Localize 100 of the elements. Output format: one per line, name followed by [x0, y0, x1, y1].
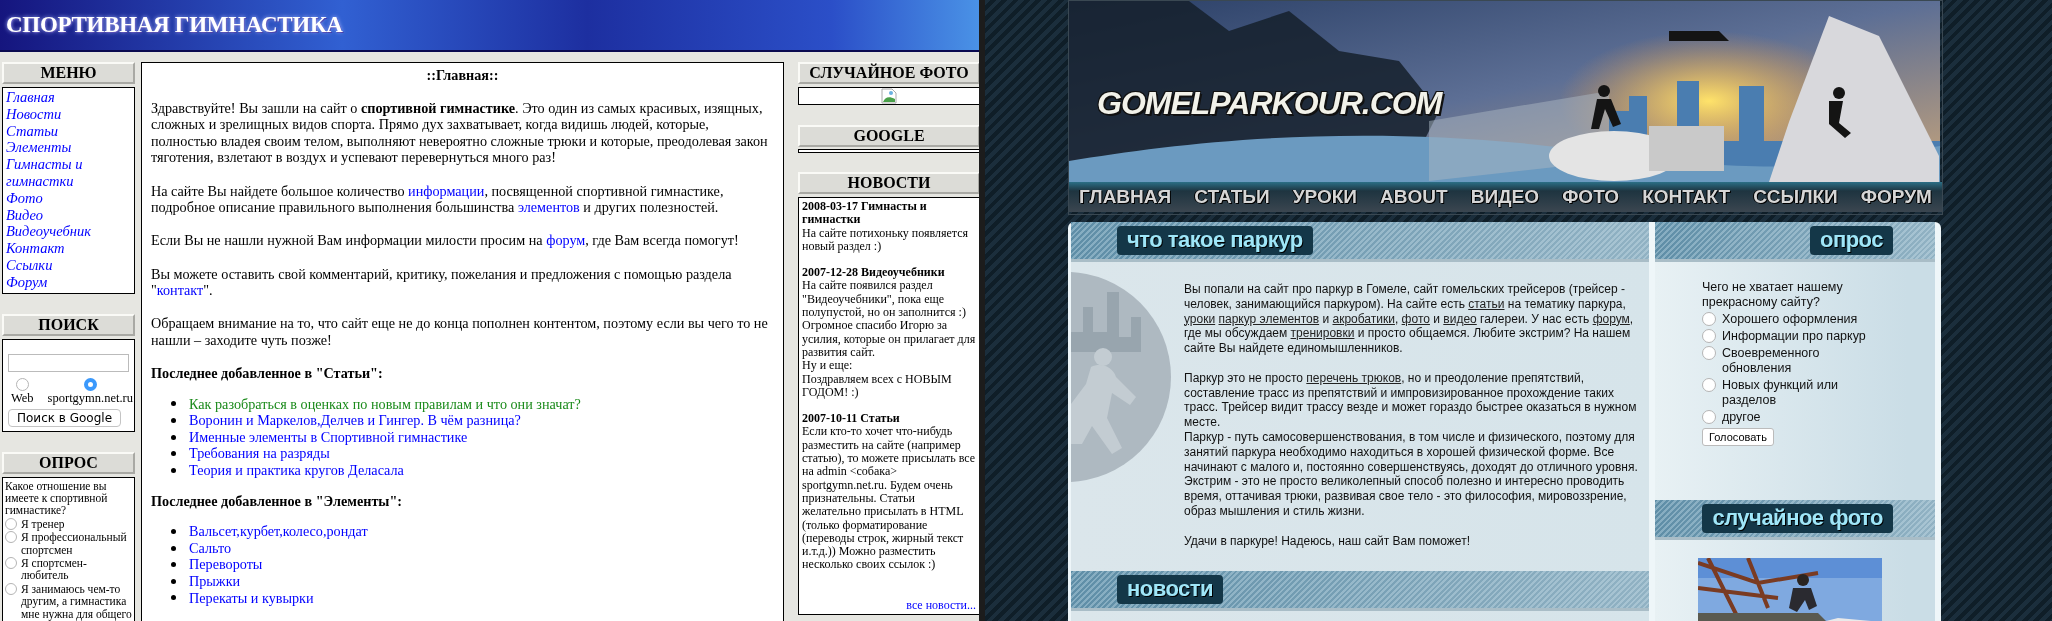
bullet-icon	[171, 529, 176, 535]
link[interactable]: контакт	[156, 282, 204, 299]
radio-button[interactable]	[5, 517, 17, 530]
menu-link[interactable]: Контакт	[3, 240, 134, 257]
site-logo[interactable]: GOMELPARKOUR.COM	[1097, 85, 1442, 121]
article-link[interactable]: Воронин и Маркелов,Делчев и Гингер. В чём разница?	[189, 412, 521, 429]
option-label: sportgymn.net.ru	[47, 390, 134, 406]
link[interactable]: видео	[1443, 311, 1477, 326]
article-link[interactable]: Теория и практика кругов Деласала	[189, 462, 404, 479]
nav-link[interactable]: ГЛАВНАЯ	[1079, 186, 1172, 208]
news-text: На сайте потихоньку появляется новый раздел :)	[802, 226, 970, 254]
article-link[interactable]: Прыжки	[189, 573, 241, 590]
paragraph: На сайте Вы найдете большое количество информации, посвященной спортивной гимнастике, подробное описание правильного выполнения большинства элементов и других полезностей.	[151, 182, 725, 216]
section-header: ОПРОС	[2, 451, 135, 474]
paragraph: Обращаем внимание на то, что сайт еще не до конца пополнен контентом, поэтому если вы чего то не нашли – заходите чуть позже!	[151, 315, 769, 349]
option-label: Я занимаюсь чем-то другим, а гимнастика мне нужна для общего	[21, 582, 132, 621]
nav-link[interactable]: ВИДЕО	[1470, 186, 1540, 208]
section-header: ПОИСК	[2, 313, 135, 336]
option-label: Я спортсмен-любитель	[21, 557, 88, 582]
news-title: 2007-12-28 Видеоучебники	[802, 266, 946, 280]
radio-button[interactable]	[1702, 312, 1716, 326]
option-label: другое	[1722, 410, 1761, 425]
poll-question: Чего не хватает нашему прекрасному сайту?	[1702, 280, 1844, 310]
menu-link[interactable]: Новости	[3, 105, 134, 123]
article-link[interactable]: Перевороты	[189, 556, 263, 574]
section-header: МЕНЮ	[2, 62, 135, 84]
option-label: Хорошего оформления	[1722, 312, 1858, 327]
news-text: Если кто-то хочет что-нибудь разместить на сайте (например статью), то можете присылать все на admin <собака> sportgymn.net.ru. Будем очень признательны. Статьи желательно присылать в HTML (только форматирование (переводы строк, жирный текст и.т.д.)) Можно разместить несколько своих ссылок :)	[802, 425, 976, 572]
radio-button[interactable]	[5, 582, 17, 595]
section-heading: Последнее добавленное в "Статьи":	[151, 365, 384, 382]
news-text: На сайте появился раздел "Видеоучебники", пока еще полупустой, но он заполнится :) Огромное спасибо Игорю за усилия, которые он прилагает для развития сайт. Ну и еще: Поздравляем всех с НОВЫМ ГОДОМ! :)	[802, 279, 976, 400]
paragraph: Вы можете оставить свой комментарий, критику, пожелания и предложения с помощью раздела "контакт".	[151, 265, 733, 299]
link[interactable]: фото	[1401, 311, 1430, 326]
option-label: Web	[11, 390, 34, 406]
article-link[interactable]: Именные элементы в Спортивной гимнастике	[189, 428, 468, 446]
link[interactable]: статьи	[1468, 296, 1505, 311]
radio-button[interactable]	[1702, 378, 1716, 392]
vote-button[interactable]: Голосовать	[1702, 428, 1774, 446]
option-label: Информации про паркур	[1722, 329, 1866, 344]
menu-link[interactable]: Видео	[3, 206, 134, 224]
menu-link[interactable]: Элементы	[3, 139, 134, 157]
poll-question: Какое отношение вы имеете к спортивной гимнастике?	[5, 479, 109, 517]
news-title: 2007-10-11 Статьи	[802, 412, 901, 426]
radio-button[interactable]	[83, 377, 97, 391]
link[interactable]: форум	[1592, 311, 1630, 326]
article-link[interactable]: Сальто	[189, 539, 231, 557]
menu-link[interactable]: Гимнасты и гимнастки	[3, 156, 134, 190]
nav-link[interactable]: КОНТАКТ	[1642, 186, 1731, 208]
radio-button[interactable]	[5, 531, 17, 544]
nav-link[interactable]: ABOUT	[1380, 186, 1448, 208]
paragraph: Здравствуйте! Вы зашли на сайт о спортивной гимнастике. Это один из самых красивых, изящных, сложных и зрелищных видов спорта. Прямо дух захватывает, когда видишь людей, которые, полностью владея своим телом, выполняют невероятно сложные трюки и которые, преодолевая закон тяготения, взлетают в воздух и успевают перевернуться много раз!	[151, 99, 769, 166]
article-link[interactable]: Как разобраться в оценках по новым правилам и что они значат?	[189, 395, 581, 413]
paragraph: Удачи в паркуре! Надеюсь, наш сайт Вам поможет!	[1184, 533, 1471, 549]
search-field[interactable]	[8, 353, 129, 372]
article-link[interactable]: Вальсет,курбет,колесо,рондат	[189, 523, 368, 540]
bullet-icon	[171, 595, 176, 601]
bullet-icon	[171, 401, 176, 407]
nav-link[interactable]: СТАТЬИ	[1194, 186, 1270, 208]
bullet-icon	[171, 545, 176, 551]
menu-link[interactable]: Фото	[3, 189, 134, 207]
radio-button[interactable]	[15, 377, 29, 391]
section-heading: Последнее добавленное в "Элементы":	[151, 492, 404, 510]
article-link[interactable]: Требования на разряды	[189, 445, 330, 463]
nav-link[interactable]: ССЫЛКИ	[1753, 186, 1838, 208]
link[interactable]: тренировки	[1290, 326, 1355, 341]
option-label: Я тренер	[21, 517, 65, 531]
menu-link[interactable]: Ссылки	[3, 256, 134, 274]
radio-button[interactable]	[1702, 410, 1716, 424]
section-header: СЛУЧАЙНОЕ ФОТО	[798, 62, 979, 84]
menu-link[interactable]: Видеоучебник	[3, 223, 134, 241]
menu-link[interactable]: Форум	[3, 273, 134, 291]
all-news-link[interactable]: все новости...	[906, 598, 976, 612]
bullet-icon	[171, 451, 176, 457]
search-button[interactable]: Поиск в Google	[8, 408, 122, 427]
menu-link[interactable]: Главная	[3, 89, 134, 106]
news-title: 2008-03-17 Гимнасты и гимнастки	[802, 200, 928, 227]
radio-button[interactable]	[5, 557, 17, 569]
nav-link[interactable]: ФОРУМ	[1860, 186, 1932, 208]
link[interactable]: паркур элементов	[1218, 311, 1320, 326]
article-link[interactable]: Перекаты и кувырки	[189, 589, 314, 607]
link[interactable]: уроки	[1184, 311, 1216, 326]
bullet-icon	[171, 562, 176, 568]
link[interactable]: акробатики	[1332, 311, 1395, 326]
bullet-icon	[171, 418, 176, 424]
option-label: Своевременного обновления	[1722, 346, 1821, 376]
paragraph: Если Вы не нашли нужной Вам информации милости просим на форум, где Вам всегда помогут!	[151, 232, 740, 249]
option-label: Я профессиональный спортсмен	[21, 531, 128, 556]
bullet-icon	[171, 578, 176, 584]
paragraph: Вы попали на сайт про паркур в Гомеле, сайт гомельских трейсеров (трейсер - человек, занимающийся паркуром). На сайте есть статьи на тематику паркура, уроки паркур элементов и акробатики, фото и видео галереи. У нас есть форум, где мы обсуждаем тренировки и просто общаемся. Любите экстрим? На нашем сайте Вы найдете единомышленников.	[1184, 282, 1635, 356]
menu-link[interactable]: Статьи	[3, 122, 134, 140]
radio-button[interactable]	[1702, 346, 1716, 360]
nav-link[interactable]: ФОТО	[1562, 186, 1620, 208]
section-title: случайное фото	[1702, 504, 1893, 533]
nav-link[interactable]: УРОКИ	[1292, 186, 1357, 208]
section-header: НОВОСТИ	[798, 172, 979, 194]
section-title: опрос	[1809, 226, 1893, 255]
bullet-icon	[171, 434, 176, 440]
radio-button[interactable]	[1702, 329, 1716, 343]
bullet-icon	[171, 467, 176, 473]
link[interactable]: элементов	[517, 199, 580, 216]
